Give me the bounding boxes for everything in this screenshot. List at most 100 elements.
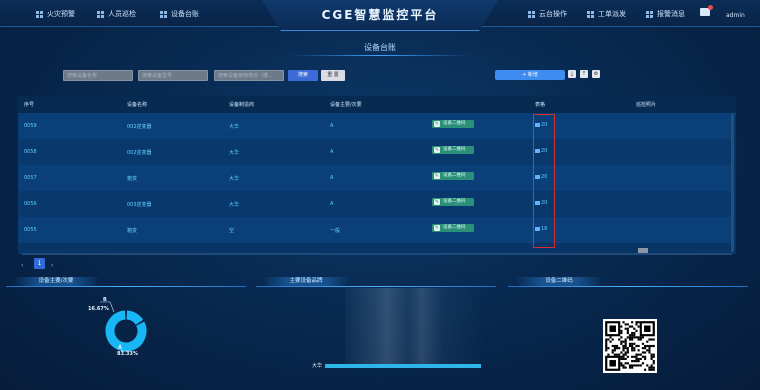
cell-level: 一般 <box>330 228 341 234</box>
qr-button-label: 设备二维码 <box>443 121 466 126</box>
qr-code-button[interactable]: ✎ 设备二维码 <box>432 224 474 232</box>
cell-maker: 大华 <box>229 176 240 182</box>
download-icon[interactable]: ⤓ <box>568 70 576 78</box>
title-underline <box>290 55 470 56</box>
vertical-scrollbar[interactable] <box>731 114 734 252</box>
cell-id: 0058 <box>24 149 37 155</box>
device-name-input[interactable]: 搜索设备名称 <box>63 70 133 81</box>
section-title-major-minor: 设备主要/次要 <box>12 277 100 286</box>
nav-work-order[interactable]: 工单派发 <box>587 9 626 19</box>
grid-icon <box>528 10 535 18</box>
nav-label: 设备台账 <box>171 10 199 18</box>
edit-icon: ✎ <box>434 121 440 127</box>
next-page-button[interactable]: › <box>51 262 53 269</box>
cell-level: A <box>330 149 334 155</box>
donut-slice-B <box>126 310 144 326</box>
edit-icon: ✎ <box>434 199 440 205</box>
nav-label: 工单派发 <box>598 10 626 18</box>
col-name: 设备名称 <box>127 102 148 108</box>
cell-maker: 大华 <box>229 150 240 156</box>
edit-icon: ✎ <box>434 225 440 231</box>
section-divider <box>256 286 496 287</box>
nav-fire-warning[interactable]: 火灾预警 <box>36 9 75 19</box>
qr-button-label: 设备二维码 <box>443 147 466 152</box>
username[interactable]: admin <box>726 12 745 19</box>
device-location-input[interactable]: 搜索设备使用地点（楼... <box>214 70 284 81</box>
cell-name: 003逆变器 <box>127 202 152 208</box>
cell-level: A <box>330 201 334 207</box>
cell-maker: 大华 <box>229 124 240 130</box>
chart-glow <box>345 288 485 366</box>
nav-label: 火灾预警 <box>47 10 75 18</box>
highlight-box <box>533 114 555 248</box>
cell-id: 0055 <box>24 227 37 233</box>
qr-button-label: 设备二维码 <box>443 225 466 230</box>
notification-dot <box>708 5 713 10</box>
col-photo: 巡检照片 <box>636 102 657 108</box>
grid-icon <box>160 10 167 18</box>
cell-id: 0056 <box>24 201 37 207</box>
section-divider <box>508 286 748 287</box>
qr-code-button[interactable]: ✎ 设备二维码 <box>432 198 474 206</box>
cell-name: 箱变 <box>127 228 138 234</box>
add-button[interactable]: + 新增 <box>495 70 565 80</box>
cell-level: A <box>330 175 334 181</box>
upload-icon[interactable]: ⤒ <box>580 70 588 78</box>
table-row[interactable]: 0058 002逆变器 大华 A ✎ 设备二维码 20 <box>18 139 732 165</box>
device-model-input[interactable]: 搜索设备型号 <box>138 70 208 81</box>
col-maker: 设备制造商 <box>229 102 255 108</box>
page-number[interactable]: 1 <box>34 258 45 269</box>
cell-name: 002逆变器 <box>127 124 152 130</box>
donut-label-name: B <box>103 297 107 303</box>
table-row[interactable]: 0056 003逆变器 大华 A ✎ 设备二维码 20 <box>18 191 732 217</box>
search-button-label: 搜索 <box>297 72 308 78</box>
nav-label: 报警消息 <box>657 10 685 18</box>
section-title-qr: 设备二维码 <box>515 277 603 286</box>
edit-icon: ✎ <box>434 173 440 179</box>
qr-code-button[interactable]: ✎ 设备二维码 <box>432 146 474 154</box>
reset-button[interactable]: 重 置 <box>321 70 345 81</box>
search-button[interactable]: 搜索 <box>288 70 318 81</box>
settings-icon[interactable]: ⚙ <box>592 70 600 78</box>
cell-id: 0057 <box>24 175 37 181</box>
section-title-brand: 主要设备品牌 <box>262 277 350 286</box>
brand-bar <box>325 364 481 368</box>
cell-maker: 空 <box>229 228 235 234</box>
nav-label: 云台操作 <box>539 10 567 18</box>
nav-label: 人员巡检 <box>108 10 136 18</box>
col-level: 设备主要/次要 <box>330 102 362 108</box>
nav-ptz[interactable]: 云台操作 <box>528 9 567 19</box>
donut-label-value: 16.67% <box>88 306 109 312</box>
table-row[interactable]: 0059 002逆变器 大华 A ✎ 设备二维码 20 <box>18 113 732 139</box>
qr-code-button[interactable]: ✎ 设备二维码 <box>432 120 474 128</box>
device-table: 序号 设备名称 设备制造商 设备主要/次要 表格 巡检照片 0059 002逆变… <box>18 96 736 254</box>
nav-alarm[interactable]: 报警消息 <box>646 9 685 19</box>
nav-patrol[interactable]: 人员巡检 <box>97 9 136 19</box>
cell-name: 002逆变器 <box>127 150 152 156</box>
qr-code-image <box>603 319 657 373</box>
table-row[interactable]: 0055 箱变 空 一般 ✎ 设备二维码 18 <box>18 217 732 243</box>
reset-button-label: 重 置 <box>327 72 339 78</box>
edit-icon: ✎ <box>434 147 440 153</box>
donut-label-value: 83.33% <box>117 351 138 357</box>
qr-button-label: 设备二维码 <box>443 173 466 178</box>
grid-icon <box>97 10 104 18</box>
cell-level: A <box>330 123 334 129</box>
cell-name: 箱变 <box>127 176 138 182</box>
bar-category-label: 大华 <box>312 363 323 369</box>
qr-code-button[interactable]: ✎ 设备二维码 <box>432 172 474 180</box>
cell-id: 0059 <box>24 123 37 129</box>
grid-icon <box>646 10 653 18</box>
app-title: CGE智慧监控平台 <box>321 8 439 22</box>
horizontal-scrollbar[interactable] <box>22 253 732 255</box>
table-row[interactable]: 0057 箱变 大华 A ✎ 设备二维码 20 <box>18 165 732 191</box>
table-header: 序号 设备名称 设备制造商 设备主要/次要 表格 巡检照片 <box>18 96 736 114</box>
section-divider <box>6 286 246 287</box>
nav-device-ledger[interactable]: 设备台账 <box>160 9 199 19</box>
panel-title: 设备台账 <box>364 43 396 52</box>
col-sheet: 表格 <box>535 102 546 108</box>
prev-page-button[interactable]: ‹ <box>21 262 23 269</box>
grid-icon <box>36 10 43 18</box>
cell-maker: 大华 <box>229 202 240 208</box>
qr-button-label: 设备二维码 <box>443 199 466 204</box>
